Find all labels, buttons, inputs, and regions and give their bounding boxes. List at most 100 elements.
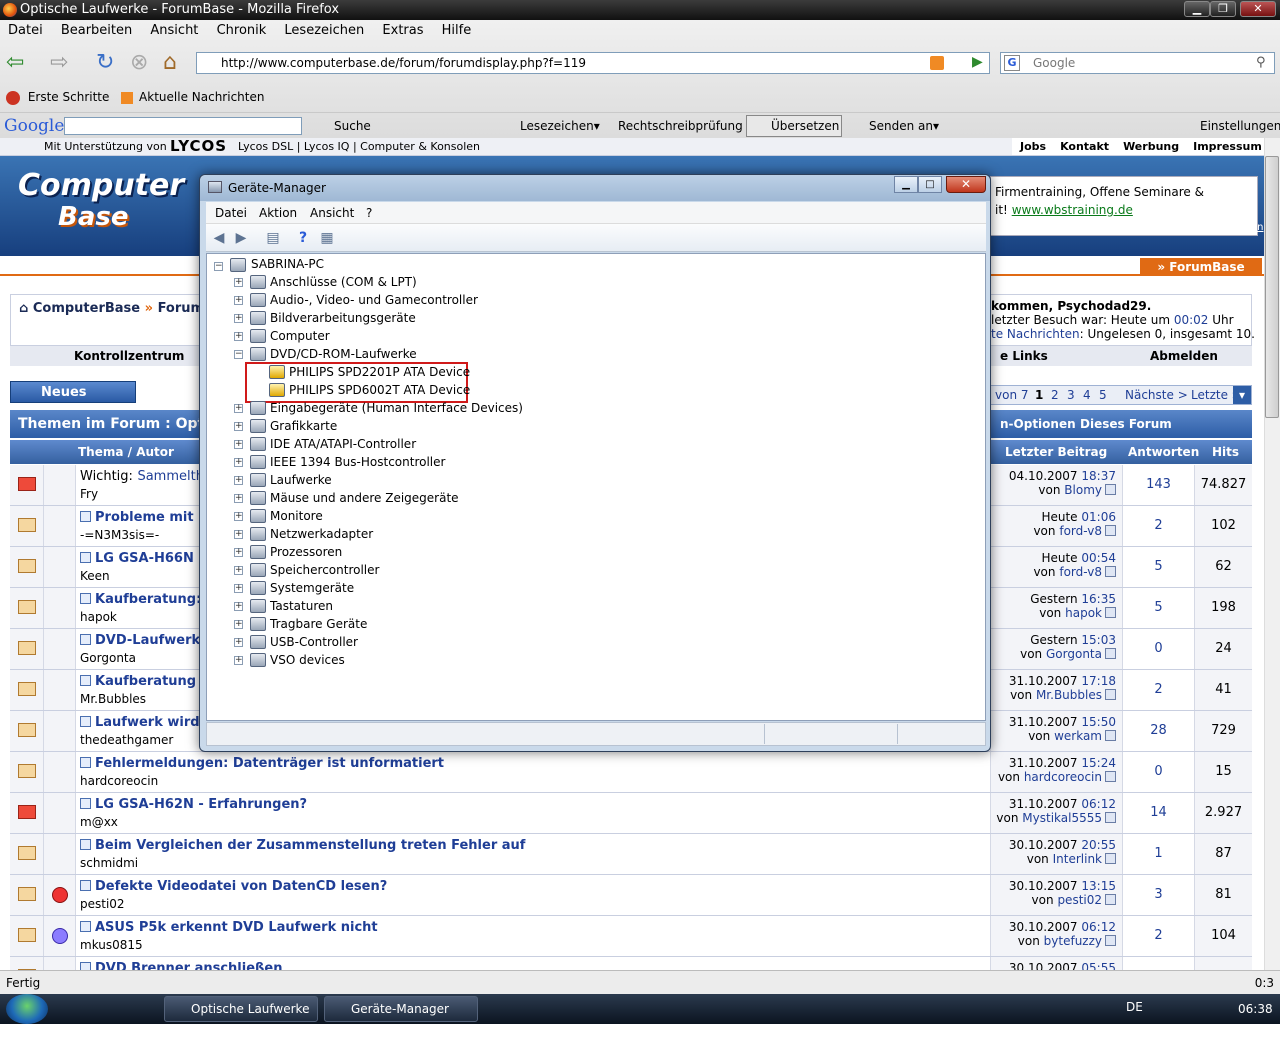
thread-title-text[interactable]: LG GSA-H66N	[95, 551, 194, 566]
close-button[interactable]: ✕	[1240, 1, 1276, 17]
thread-title-text[interactable]: Laufwerk wird	[95, 715, 200, 730]
quick-links[interactable]: e Links	[1000, 346, 1048, 366]
thread-title-text[interactable]: Kaufberatung D	[95, 674, 211, 689]
thread-author[interactable]: mkus0815	[80, 938, 143, 952]
go-to-last-post-icon[interactable]	[1105, 894, 1116, 905]
answers-cell[interactable]: 28	[1122, 711, 1194, 751]
go-to-last-post-icon[interactable]	[1105, 812, 1116, 823]
go-to-last-post-icon[interactable]	[1105, 853, 1116, 864]
expand-toggle[interactable]: +	[234, 512, 243, 521]
search-input[interactable]: Google	[1000, 52, 1275, 74]
menu-hilfe[interactable]: Hilfe	[442, 23, 472, 38]
tree-item[interactable]: Bildverarbeitungsgeräte	[270, 309, 416, 327]
go-to-last-post-icon[interactable]	[1105, 484, 1116, 495]
thread-author[interactable]: Mr.Bubbles	[80, 692, 146, 706]
send-to-button[interactable]: Senden an▾	[869, 113, 939, 139]
tree-root[interactable]: SABRINA-PC	[251, 255, 324, 273]
expand-toggle[interactable]: +	[234, 548, 243, 557]
tree-item[interactable]: Systemgeräte	[270, 579, 354, 597]
tree-item[interactable]: PHILIPS SPD2201P ATA Device	[289, 363, 470, 381]
col-hits[interactable]: Hits	[1212, 440, 1239, 464]
tree-item[interactable]: DVD/CD-ROM-Laufwerke	[270, 345, 417, 363]
dm-minimize-button[interactable]: ▁	[894, 176, 918, 193]
bookmark-aktuelle-nachrichten[interactable]: Aktuelle Nachrichten	[139, 90, 264, 104]
last-post-author[interactable]: bytefuzzy	[1044, 934, 1102, 948]
thread-title[interactable]: Wichtig: Sammelth	[80, 469, 204, 484]
private-messages-link[interactable]: te Nachrichten	[991, 327, 1080, 341]
home-icon[interactable]: ⌂	[163, 52, 177, 74]
back-icon[interactable]: ⇦	[6, 52, 24, 74]
maximize-button[interactable]: ❐	[1210, 1, 1236, 17]
go-to-last-post-icon[interactable]	[1105, 648, 1116, 659]
thread-title[interactable]: Probleme mit L	[80, 510, 206, 525]
task-devmgr[interactable]: Geräte-Manager	[324, 996, 478, 1022]
expand-toggle[interactable]: +	[234, 602, 243, 611]
bookmark-erste-schritte[interactable]: Erste Schritte	[28, 90, 110, 104]
dm-forward-icon[interactable]: ▶	[232, 230, 250, 246]
go-to-last-post-icon[interactable]	[1105, 771, 1116, 782]
answers-cell[interactable]: 2	[1122, 670, 1194, 710]
dm-maximize-button[interactable]: □	[918, 176, 942, 193]
page-1[interactable]: 1	[1035, 386, 1043, 404]
dm-help-icon[interactable]: ?	[294, 230, 312, 246]
answers-cell[interactable]: 0	[1122, 752, 1194, 792]
expand-toggle[interactable]: +	[234, 566, 243, 575]
thread-title-text[interactable]: Defekte Videodatei von DatenCD lesen?	[95, 879, 387, 894]
stop-icon[interactable]: ⊗	[130, 52, 148, 74]
last-post-author[interactable]: werkam	[1054, 729, 1102, 743]
thread-title[interactable]: Kaufberatung: I	[80, 592, 211, 607]
last-page[interactable]: Letzte »	[1191, 386, 1239, 404]
google-search-field[interactable]	[64, 117, 302, 135]
answers-cell[interactable]: 2	[1122, 916, 1194, 956]
dm-menu-ansicht[interactable]: Ansicht	[310, 202, 354, 224]
last-post-author[interactable]: hapok	[1065, 606, 1102, 620]
pager-dropdown[interactable]: ▾	[1233, 386, 1251, 404]
tree-item[interactable]: PHILIPS SPD6002T ATA Device	[289, 381, 470, 399]
menu-ansicht[interactable]: Ansicht	[150, 23, 198, 38]
expand-toggle[interactable]: +	[234, 584, 243, 593]
expand-toggle[interactable]: +	[234, 404, 243, 413]
menu-chronik[interactable]: Chronik	[217, 23, 267, 38]
thread-title-text[interactable]: ASUS P5k erkennt DVD Laufwerk nicht	[95, 920, 378, 935]
go-to-last-post-icon[interactable]	[1105, 689, 1116, 700]
thread-author[interactable]: m@xx	[80, 815, 118, 829]
thread-title-text[interactable]: Sammelth	[137, 469, 204, 484]
thread-title[interactable]: Defekte Videodatei von DatenCD lesen?	[80, 879, 387, 894]
tree-item[interactable]: USB-Controller	[270, 633, 358, 651]
go-to-last-post-icon[interactable]	[1105, 607, 1116, 618]
tree-item[interactable]: Tragbare Geräte	[270, 615, 367, 633]
expand-toggle[interactable]: +	[234, 278, 243, 287]
answers-cell[interactable]: 3	[1122, 875, 1194, 915]
ad-footer-link[interactable]: Auf dieser Site werben	[1150, 222, 1263, 233]
go-icon[interactable]: ▶	[972, 54, 983, 70]
tree-item[interactable]: Grafikkarte	[270, 417, 337, 435]
search-icon[interactable]: ⚲	[1256, 55, 1266, 70]
thread-title[interactable]: Laufwerk wird	[80, 715, 200, 730]
menu-bearbeiten[interactable]: Bearbeiten	[61, 23, 132, 38]
dm-menu-help[interactable]: ?	[366, 202, 372, 224]
expand-toggle[interactable]: −	[214, 262, 223, 271]
thread-title-text[interactable]: DVD-Laufwerk	[95, 633, 200, 648]
last-post-author[interactable]: Blomy	[1064, 483, 1102, 497]
kontrollzentrum-link[interactable]: Kontrollzentrum	[74, 346, 184, 366]
thread-author[interactable]: Keen	[80, 569, 110, 583]
answers-cell[interactable]: 5	[1122, 547, 1194, 587]
dm-menu-datei[interactable]: Datei	[215, 202, 247, 224]
dm-close-button[interactable]: ✕	[946, 176, 986, 193]
menu-datei[interactable]: Datei	[8, 23, 43, 38]
col-last-post[interactable]: Letzter Beitrag	[1005, 440, 1107, 464]
lycos-links[interactable]: Lycos DSL | Lycos IQ | Computer & Konsol…	[238, 138, 480, 155]
menu-lesezeichen[interactable]: Lesezeichen	[284, 23, 364, 38]
nav-werbung[interactable]: Werbung	[1123, 138, 1179, 155]
expand-toggle[interactable]: +	[234, 656, 243, 665]
expand-toggle[interactable]: +	[234, 458, 243, 467]
answers-cell[interactable]: 143	[1122, 465, 1194, 505]
go-to-last-post-icon[interactable]	[1105, 525, 1116, 536]
tree-item[interactable]: Monitore	[270, 507, 323, 525]
thread-author[interactable]: Gorgonta	[80, 651, 136, 665]
last-post-author[interactable]: Mr.Bubbles	[1036, 688, 1102, 702]
last-post-author[interactable]: ford-v8	[1059, 524, 1102, 538]
go-to-last-post-icon[interactable]	[1105, 935, 1116, 946]
tree-item[interactable]: IEEE 1394 Bus-Hostcontroller	[270, 453, 445, 471]
tree-item[interactable]: Anschlüsse (COM & LPT)	[270, 273, 417, 291]
